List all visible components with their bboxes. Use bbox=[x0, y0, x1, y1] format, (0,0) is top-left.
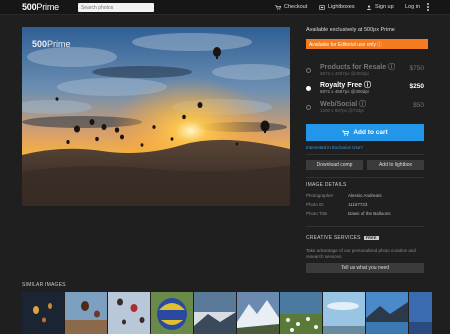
option-price: $250 bbox=[409, 83, 424, 90]
similar-thumb[interactable] bbox=[194, 292, 236, 334]
radio-button[interactable] bbox=[306, 68, 311, 73]
info-icon: ⓘ bbox=[388, 64, 396, 71]
editorial-notice: Available for Editorial use only ⓘ bbox=[306, 39, 428, 49]
exclusive-use-link[interactable]: Interested in Exclusive Use? bbox=[306, 145, 363, 150]
nav-sign-up[interactable]: Sign up bbox=[366, 4, 394, 10]
cart-icon bbox=[342, 129, 350, 136]
add-to-cart-button[interactable]: Add to cart bbox=[306, 124, 424, 141]
divider bbox=[306, 226, 424, 227]
radio-button[interactable] bbox=[306, 105, 311, 110]
similar-thumb[interactable] bbox=[409, 292, 432, 334]
similar-thumb[interactable] bbox=[22, 292, 64, 334]
info-icon: ⓘ bbox=[359, 101, 367, 108]
availability-text: Available exclusively at 500px Prime bbox=[306, 27, 395, 33]
divider bbox=[306, 177, 424, 178]
similar-thumb[interactable] bbox=[108, 292, 150, 334]
nav-checkout-label: Checkout bbox=[284, 4, 308, 10]
similar-thumb[interactable] bbox=[151, 292, 193, 334]
option-dimensions: 1200 x 867px @72dpi bbox=[320, 108, 364, 113]
kebab-menu-icon[interactable] bbox=[427, 3, 429, 11]
similar-thumb[interactable] bbox=[280, 292, 322, 334]
photo-watermark: 500Prime bbox=[32, 39, 71, 49]
radio-button-selected[interactable] bbox=[306, 86, 311, 91]
nav-lightboxes-label: Lightboxes bbox=[328, 4, 355, 10]
nav-lightboxes[interactable]: Lightboxes bbox=[319, 4, 355, 10]
option-dimensions: 6872 x 4597px @300dpi bbox=[320, 89, 369, 94]
cart-icon bbox=[275, 4, 281, 10]
photo-image bbox=[22, 27, 290, 206]
free-badge: FREE bbox=[363, 236, 379, 240]
option-price: $50 bbox=[413, 102, 424, 109]
nav-log-in[interactable]: Log in bbox=[405, 4, 420, 10]
creative-services-heading: CREATIVE SERVICES FREE bbox=[306, 235, 379, 241]
top-navigation-bar: 500Prime Checkout Lightboxes Sign up Log… bbox=[0, 0, 450, 15]
lightbox-icon bbox=[319, 4, 325, 10]
search-input[interactable] bbox=[78, 3, 154, 12]
nav-log-in-label: Log in bbox=[405, 4, 420, 10]
similar-thumb[interactable] bbox=[323, 292, 365, 334]
option-dimensions: 6872 x 4597px @300dpi bbox=[320, 71, 369, 76]
similar-thumb[interactable] bbox=[237, 292, 279, 334]
main-photo[interactable]: 500Prime bbox=[22, 27, 290, 206]
info-icon[interactable]: ⓘ bbox=[377, 42, 382, 48]
nav-checkout[interactable]: Checkout bbox=[275, 4, 307, 10]
image-details-heading: IMAGE DETAILS bbox=[306, 182, 347, 188]
site-logo[interactable]: 500Prime bbox=[22, 2, 59, 12]
similar-thumb[interactable] bbox=[65, 292, 107, 334]
add-to-lightbox-button[interactable]: Add to lightbox bbox=[367, 160, 424, 170]
similar-thumb[interactable] bbox=[366, 292, 408, 334]
divider bbox=[306, 154, 424, 155]
download-comp-button[interactable]: Download comp bbox=[306, 160, 363, 170]
info-icon: ⓘ bbox=[363, 82, 371, 89]
nav-sign-up-label: Sign up bbox=[375, 4, 394, 10]
user-icon bbox=[366, 5, 372, 10]
similar-images-heading: SIMILAR IMAGES bbox=[22, 282, 66, 288]
similar-images-strip bbox=[22, 292, 432, 334]
option-price: $750 bbox=[409, 65, 424, 72]
creative-services-description: Take advantage of our personalized photo… bbox=[306, 248, 416, 259]
tell-us-button[interactable]: Tell us what you need bbox=[306, 263, 424, 273]
